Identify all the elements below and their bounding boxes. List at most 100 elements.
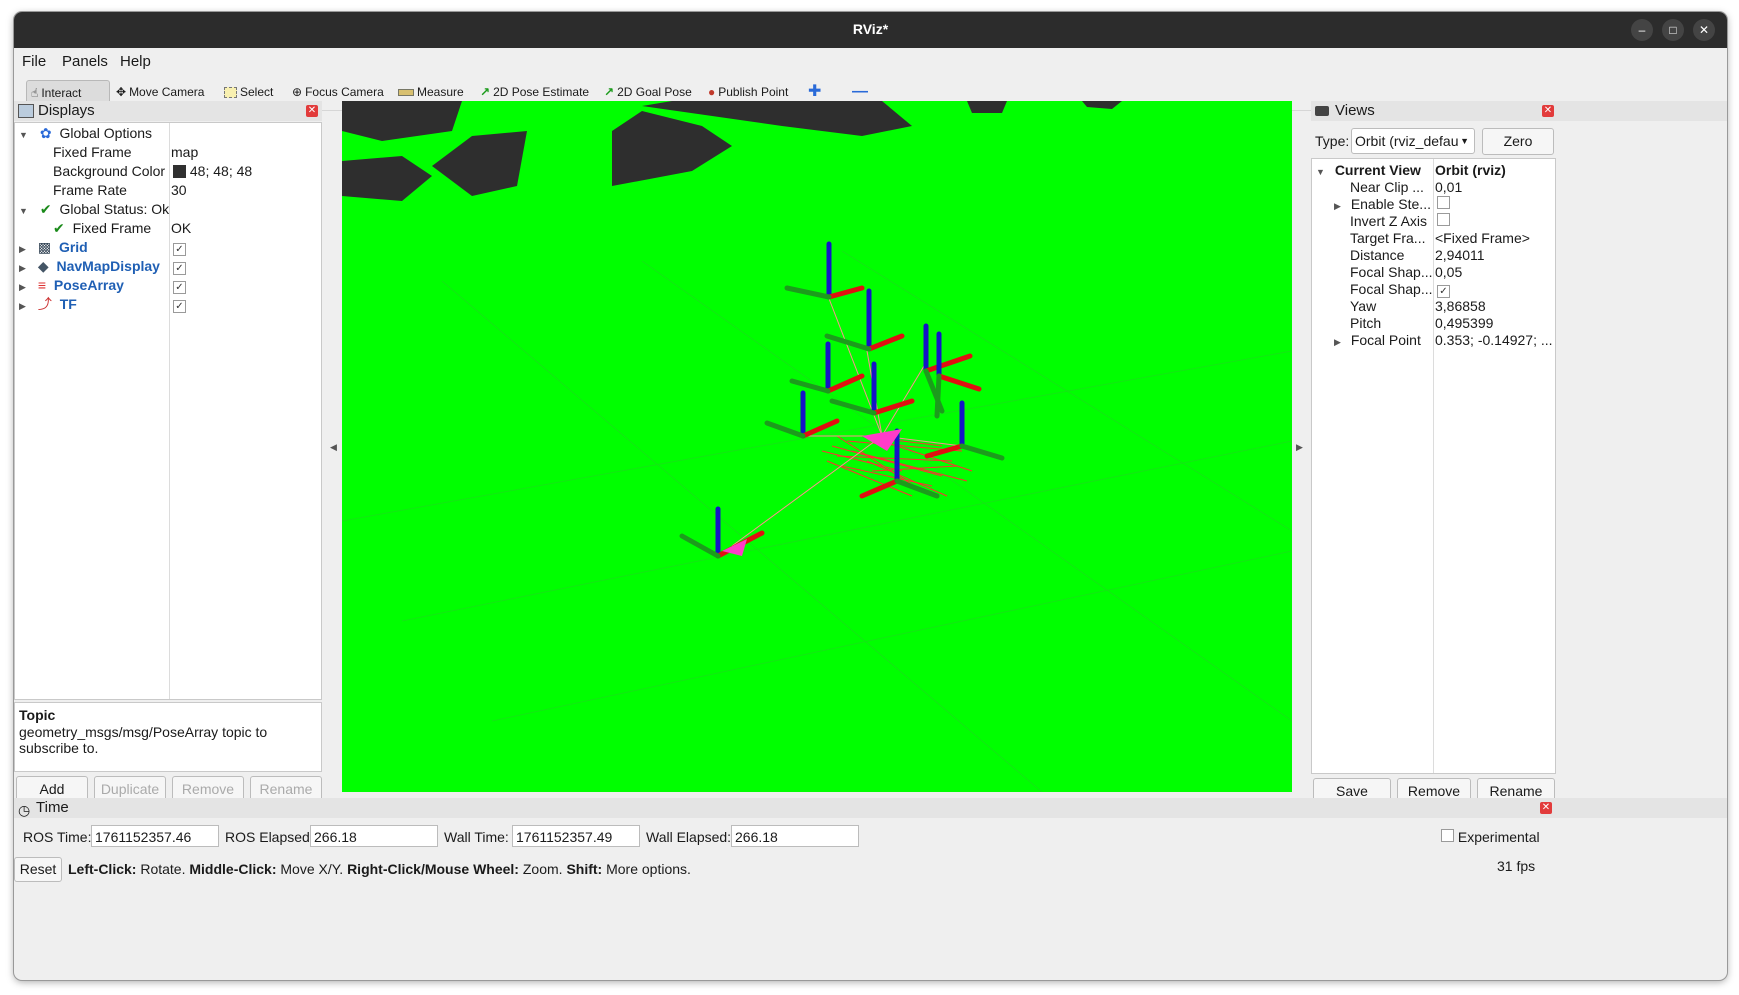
global-options-label: Global Options [59,125,153,141]
render-viewport[interactable] [342,101,1292,792]
focal-point-value[interactable]: 0.353; -0.14927; ... [1435,331,1553,350]
monitor-icon [18,104,34,118]
global-options-row[interactable]: ▼ ✿ Global Options [19,124,152,143]
expand-arrow-icon: ▼ [19,130,28,140]
expand-arrow-icon: ▼ [1316,167,1325,177]
window-title: RViz* [852,21,889,37]
obstacle [1082,101,1122,109]
hint-move: Move X/Y. [276,861,344,877]
current-view-label: Current View [1334,162,1421,178]
gear-icon: ✿ [39,125,52,141]
displays-title: Displays [38,102,95,119]
display-item-posearray[interactable]: ▶ ≡ PoseArray [19,276,124,295]
obstacle [967,101,1007,113]
minimize-button[interactable]: – [1631,19,1653,41]
left-splitter-handle[interactable]: ◀ [330,442,337,453]
obstacle [342,156,432,201]
focal-point-label: Focal Point [1350,332,1421,348]
check-icon: ✔ [39,201,52,217]
frame-rate-value[interactable]: 30 [171,181,187,200]
hint-middle-click: Middle-Click: [189,861,277,877]
view-type-select[interactable]: Orbit (rviz_defau ▼ [1351,128,1475,154]
close-time-icon[interactable]: ✕ [1540,802,1552,814]
grid-line [641,260,1292,722]
tf-frame [824,288,905,352]
tf-frame [923,323,973,414]
wall-elapsed-field[interactable]: 266.18 [731,825,859,847]
collapse-arrow-icon: ▶ [19,244,26,254]
checkbox-checked: ✓ [173,281,186,294]
wall-time-field[interactable]: 1761152357.49 [512,825,640,847]
ros-time-label: ROS Time: [23,829,92,845]
views-panel-header: Views ✕ [1311,101,1727,121]
obstacle [342,101,462,141]
view-type-label: Type: [1315,133,1350,149]
hint-shift: Shift: [566,861,603,877]
fps-counter: 31 fps [1497,858,1536,874]
checkbox-checked: ✓ [173,243,186,256]
background-color-label: Background Color [53,163,166,179]
clock-icon: ◷ [18,802,31,818]
displays-tree: ▼ ✿ Global Options Fixed Frame map Backg… [14,122,322,700]
hint-right-click: Right-Click/Mouse Wheel: [347,861,519,877]
tf-link [731,435,883,547]
tf-enable-checkbox[interactable]: ✓ [173,295,186,314]
view-properties-tree: ▼ Current View Orbit (rviz) Near Clip ..… [1311,158,1556,774]
display-item-grid[interactable]: ▶ ▩ Grid [19,238,88,257]
tf-frame [764,390,840,439]
status-fixed-frame-row: ✔ Fixed Frame [53,219,151,238]
rviz-window: RViz* – □ ✕ File Panels Help ☝ Interact ✥… [14,12,1727,980]
ros-elapsed-field[interactable]: 266.18 [310,825,438,847]
menu-panels[interactable]: Panels [62,53,108,70]
wall-elapsed-label: Wall Elapsed: [646,829,732,845]
navmap-enable-checkbox[interactable]: ✓ [173,257,186,276]
collapse-arrow-icon: ▶ [19,301,26,311]
menu-help[interactable]: Help [120,53,151,70]
checkbox-unchecked [1441,829,1454,842]
scene-svg [342,101,1292,792]
menu-file[interactable]: File [22,53,46,70]
time-panel-header: ◷ Time ✕ [14,798,1727,818]
grid-line [441,280,1043,792]
navmap-label: NavMapDisplay [56,258,160,274]
zero-button[interactable]: Zero [1482,128,1554,155]
navmap-icon: ◆ [37,258,49,274]
ros-time-field[interactable]: 1761152357.46 [91,825,219,847]
global-status-row[interactable]: ▼ ✔ Global Status: Ok [19,200,169,219]
status-fixed-frame-label: Fixed Frame [72,220,152,236]
collapse-arrow-icon: ▶ [1334,201,1341,211]
map-obstacles [342,101,1122,201]
close-views-icon[interactable]: ✕ [1542,105,1554,117]
wall-time-label: Wall Time: [444,829,509,845]
close-window-button[interactable]: ✕ [1693,19,1715,41]
background-color-value[interactable]: 48; 48; 48 [173,162,252,181]
tf-label: TF [59,296,77,312]
checkbox-unchecked [1437,213,1450,226]
maximize-button[interactable]: □ [1662,19,1684,41]
grid-lines [342,250,1292,792]
posearray-enable-checkbox[interactable]: ✓ [173,276,186,295]
experimental-checkbox[interactable]: Experimental [1441,829,1540,845]
display-item-tf[interactable]: ▶ ⤴ TF [19,295,77,314]
close-displays-icon[interactable]: ✕ [306,105,318,117]
time-title: Time [36,799,69,816]
display-item-navmap[interactable]: ▶ ◆ NavMapDisplay [19,257,160,276]
fixed-frame-value[interactable]: map [171,143,198,162]
grid-enable-checkbox[interactable]: ✓ [173,238,186,257]
obstacle [432,131,527,196]
status-fixed-frame-value: OK [171,220,192,236]
frame-rate-label: Frame Rate [53,182,127,198]
experimental-label: Experimental [1457,829,1540,845]
right-splitter-handle[interactable]: ▶ [1296,442,1303,453]
checkbox-checked: ✓ [173,300,186,313]
global-status-label: Global Status: Ok [59,201,170,217]
hint-zoom: Zoom. [518,861,563,877]
check-icon: ✔ [53,220,65,236]
grid-icon: ▩ [37,239,52,255]
hint-left-click: Left-Click: [68,861,137,877]
focal-point-row[interactable]: ▶ Focal Point [1334,331,1421,350]
ruler-icon [398,88,414,96]
enable-stereo-label: Enable Ste... [1350,196,1431,212]
column-divider [1433,159,1434,773]
reset-button[interactable]: Reset [14,857,62,882]
